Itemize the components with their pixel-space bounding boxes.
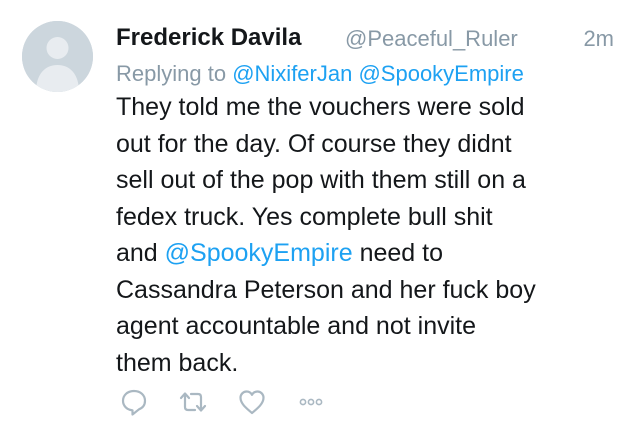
more-icon [299, 398, 323, 406]
reply-mention-spookyempire[interactable]: @SpookyEmpire [358, 61, 523, 86]
more-button[interactable] [295, 386, 327, 418]
tweet-text-line: Cassandra Peterson and her fuck boy [116, 275, 536, 304]
retweet-button[interactable] [177, 386, 209, 418]
user-handle[interactable]: @Peaceful_Ruler [345, 26, 518, 52]
tweet-text-line: agent accountable and not invite [116, 312, 476, 340]
tweet-content: Frederick Davila @Peaceful_Ruler 2m Repl… [116, 20, 614, 381]
reply-button[interactable] [118, 386, 150, 418]
avatar[interactable] [22, 21, 93, 92]
like-icon [239, 390, 265, 415]
tweet-text-line: and @SpookyEmpire need to [116, 235, 606, 272]
tweet-text-line: them back. [116, 348, 239, 377]
timestamp[interactable]: 2m [583, 26, 614, 52]
tweet: Frederick Davila @Peaceful_Ruler 2m Repl… [0, 0, 634, 434]
reply-mention-nixiferjan[interactable]: @NixiferJan [232, 61, 352, 86]
reply-icon [121, 389, 147, 416]
tweet-text-line: They told me the vouchers were sold [116, 93, 525, 121]
tweet-text-line: fedex truck. Yes complete bull shit [116, 202, 493, 231]
tweet-text-line: sell out of the pop with them still on a [116, 166, 526, 194]
tweet-text: They told me the vouchers were sold out … [116, 89, 606, 381]
tweet-text-fragment: need to [359, 239, 443, 267]
default-avatar-icon [22, 21, 93, 92]
inline-mention-spookyempire[interactable]: @SpookyEmpire [165, 239, 353, 267]
replying-to-line: Replying to @NixiferJan @SpookyEmpire [116, 59, 614, 89]
replying-to-label: Replying to [116, 61, 227, 86]
display-name[interactable]: Frederick Davila [116, 24, 301, 52]
like-button[interactable] [236, 386, 268, 418]
retweet-icon [179, 392, 207, 412]
tweet-text-fragment: and [116, 239, 158, 267]
tweet-text-line: out for the day. Of course they didnt [116, 129, 512, 158]
tweet-actions [118, 386, 327, 418]
tweet-header: Frederick Davila @Peaceful_Ruler 2m [116, 20, 614, 56]
